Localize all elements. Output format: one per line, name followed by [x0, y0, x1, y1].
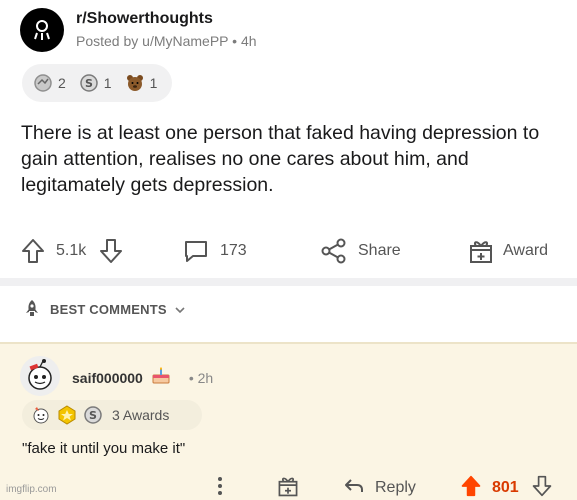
post-awards[interactable]: 2 S 1 1 [22, 64, 172, 102]
more-options-button[interactable] [216, 474, 224, 500]
award-count: 1 [103, 75, 112, 91]
comments-button[interactable]: 173 [182, 230, 247, 272]
silver-award-icon [32, 72, 54, 94]
award-bear: 1 [124, 72, 158, 94]
svg-text:S: S [85, 77, 93, 90]
share-label: Share [358, 242, 401, 259]
award-count: 2 [58, 75, 66, 91]
downvote-icon[interactable] [531, 474, 553, 500]
share-icon [320, 237, 348, 265]
snoo-avatar-icon [28, 359, 52, 390]
awards-count-label: 3 Awards [112, 407, 170, 423]
award-helpful: S 1 [78, 72, 112, 94]
share-button[interactable]: Share [320, 230, 401, 272]
bear-award-icon [124, 72, 146, 94]
comment-username[interactable]: saif000000 [72, 370, 143, 386]
reply-button[interactable]: Reply [343, 474, 416, 500]
comment-score: 801 [492, 479, 519, 496]
post-header: r/Showerthoughts Posted by u/MyNamePP • … [20, 8, 257, 52]
gold-award-icon [56, 404, 78, 426]
comment-awards[interactable]: S 3 Awards [22, 400, 202, 430]
upvote-icon[interactable] [460, 474, 482, 500]
comment-actions: Reply 801 [0, 474, 577, 500]
helpful-award-icon: S [78, 72, 100, 94]
section-divider [0, 278, 577, 286]
sort-label: BEST COMMENTS [50, 302, 167, 317]
comment-count: 173 [220, 242, 247, 259]
cake-icon [151, 367, 171, 388]
give-award-button[interactable] [276, 474, 300, 500]
comment-time: • 2h [188, 369, 214, 386]
gift-icon [467, 237, 495, 265]
upvote-icon[interactable] [20, 237, 46, 265]
comment-sort-dropdown[interactable]: BEST COMMENTS [22, 298, 185, 321]
svg-text:S: S [89, 409, 97, 422]
comment-author-row: saif000000 • 2h [72, 367, 213, 388]
award-button[interactable]: Award [467, 230, 548, 272]
comment-icon [182, 237, 210, 265]
post-card: r/Showerthoughts Posted by u/MyNamePP • … [0, 0, 577, 278]
shower-icon [34, 20, 50, 40]
vote-group: 5.1k [20, 230, 124, 272]
reply-arrow-icon [343, 476, 365, 500]
comment-vote-group: 801 [460, 474, 553, 500]
rocket-icon [22, 298, 42, 321]
helpful-award-icon: S [82, 404, 104, 426]
award-silver: 2 [32, 72, 66, 94]
watermark: imgflip.com [6, 484, 57, 495]
vote-count: 5.1k [56, 242, 87, 259]
comment: saif000000 • 2h S 3 Awards "fake it unti… [0, 342, 577, 500]
more-vertical-icon [216, 475, 224, 500]
subreddit-name[interactable]: r/Showerthoughts [76, 9, 257, 29]
downvote-icon[interactable] [98, 237, 124, 265]
reply-label: Reply [375, 479, 416, 496]
award-count: 1 [149, 75, 158, 91]
wholesome-award-icon [30, 404, 52, 426]
comment-body: "fake it until you make it" [22, 440, 186, 457]
avatar[interactable] [20, 356, 60, 396]
post-actions: 5.1k 173 Share Award [0, 230, 577, 272]
post-title[interactable]: There is at least one person that faked … [21, 120, 561, 198]
award-label: Award [503, 242, 549, 259]
subreddit-avatar[interactable] [20, 8, 64, 52]
posted-by: Posted by u/MyNamePP • 4h [76, 33, 257, 49]
chevron-down-icon [175, 302, 185, 317]
gift-icon [276, 474, 300, 500]
